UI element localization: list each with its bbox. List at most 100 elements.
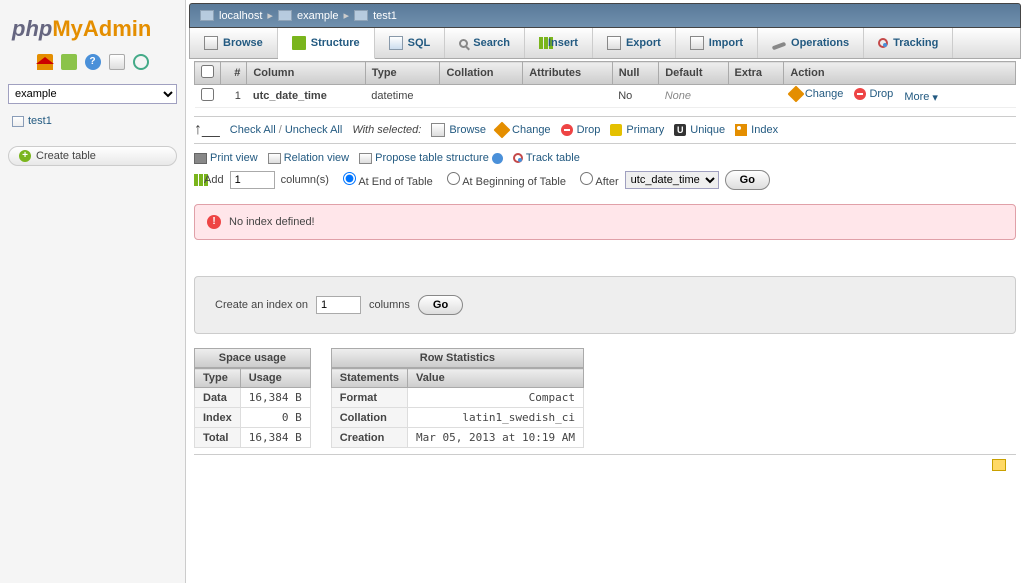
bookmark-icon[interactable] [992,459,1006,471]
logo: phpMyAdmin [12,16,173,42]
logo-my: My [52,16,83,41]
columns-label: column(s) [281,174,329,186]
bulk-unique[interactable]: UUnique [674,124,725,136]
logo-admin: Admin [83,16,151,41]
space-header-type: Type [195,369,241,388]
print-view-link[interactable]: Print view [194,152,258,164]
columns-table: # Column Type Collation Attributes Null … [194,61,1016,108]
breadcrumb-db[interactable]: example [297,10,339,22]
database-select[interactable]: example [8,84,177,104]
uncheck-all-link[interactable]: Uncheck All [285,124,342,136]
rowstats-header-value: Value [408,369,584,388]
tab-browse[interactable]: Browse [190,28,278,58]
col-header-null[interactable]: Null [612,62,659,85]
logo-php: php [12,16,52,41]
help-icon[interactable]: ? [85,54,101,70]
tool-row: Print view Relation view Propose table s… [194,152,1016,164]
propose-structure-link[interactable]: Propose table structure [359,152,503,164]
create-index-panel: Create an index on columns Go [194,276,1016,334]
bulk-index[interactable]: Index [735,124,778,136]
table-row: 1 utc_date_time datetime No None Change … [195,85,1016,108]
check-links: Check All / Uncheck All [230,124,343,136]
stats-row: Space usage TypeUsage Data16,384 B Index… [194,348,1016,448]
col-header-type[interactable]: Type [365,62,440,85]
col-header-extra[interactable]: Extra [728,62,784,85]
import-icon [690,36,704,50]
more-dropdown[interactable]: More ▾ [904,91,938,104]
drop-link[interactable]: Drop [854,88,893,100]
breadcrumb-table[interactable]: test1 [373,10,397,22]
warning-box: ! No index defined! [194,204,1016,240]
check-all-header[interactable] [201,65,214,78]
insert-icon [539,37,543,49]
propose-icon [359,153,372,164]
print-icon [194,153,207,164]
footer [194,454,1016,478]
reload-icon[interactable] [133,54,149,70]
after-column-select[interactable]: utc_date_time [625,171,719,189]
drop-icon [854,88,866,100]
row-statistics-table: Row Statistics StatementsValue FormatCom… [331,348,584,448]
tab-search[interactable]: Search [445,28,525,58]
change-link[interactable]: Change [790,88,844,100]
search-icon [459,39,468,48]
create-index-label-pre: Create an index on [215,299,308,311]
check-all-link[interactable]: Check All [230,124,276,136]
row-null: No [612,85,659,108]
tab-insert[interactable]: Insert [525,28,593,58]
breadcrumb-host[interactable]: localhost [219,10,262,22]
radio-after[interactable]: After [572,172,619,188]
tab-export[interactable]: Export [593,28,676,58]
relation-icon [268,153,281,164]
col-header-collation[interactable]: Collation [440,62,523,85]
with-selected-label: With selected: [352,124,421,136]
row-actions: Change Drop More ▾ [784,85,1016,108]
index-go-button[interactable]: Go [418,295,463,315]
tracking-icon [878,38,888,48]
row-num: 1 [221,85,247,108]
tab-structure[interactable]: Structure [278,28,375,59]
bulk-drop[interactable]: Drop [561,124,601,136]
tab-tracking[interactable]: Tracking [864,28,953,58]
tab-bar: Browse Structure SQL Search Insert Expor… [189,28,1021,59]
unique-icon: U [674,124,686,136]
add-go-button[interactable]: Go [725,170,770,190]
separator-icon: ▸ [267,9,273,22]
radio-at-begin[interactable]: At Beginning of Table [439,172,566,188]
table-icon [12,116,24,127]
sql-icon [389,36,403,50]
rowstats-header-statements: Statements [331,369,407,388]
bulk-primary[interactable]: Primary [610,124,664,136]
table-icon [354,10,368,21]
radio-at-end[interactable]: At End of Table [335,172,433,188]
operations-icon [772,41,787,50]
index-columns-input[interactable] [316,296,361,314]
main-pane: localhost ▸ example ▸ test1 Browse Struc… [185,0,1024,583]
row-checkbox[interactable] [201,88,214,101]
add-label: Add [204,174,224,186]
tab-import[interactable]: Import [676,28,758,58]
track-table-link[interactable]: Track table [513,152,580,164]
home-icon[interactable] [37,54,53,70]
create-table-button[interactable]: + Create table [8,146,177,166]
space-caption: Space usage [194,348,311,368]
sidebar-table-label: test1 [28,115,52,127]
add-count-input[interactable] [230,171,275,189]
bulk-browse[interactable]: Browse [431,123,486,137]
query-window-icon[interactable] [109,54,125,70]
col-header-column[interactable]: Column [247,62,365,85]
tab-operations[interactable]: Operations [758,28,864,58]
bulk-change[interactable]: Change [496,124,551,136]
create-table-label: Create table [36,150,96,162]
pencil-icon [494,122,511,139]
browse-icon [431,123,445,137]
col-header-attributes[interactable]: Attributes [523,62,612,85]
rowstats-caption: Row Statistics [331,348,584,368]
help-icon[interactable] [492,153,503,164]
sidebar-table-item[interactable]: test1 [8,112,177,130]
logout-icon[interactable] [61,54,77,70]
tab-sql[interactable]: SQL [375,28,446,58]
relation-view-link[interactable]: Relation view [268,152,349,164]
row-extra [728,85,784,108]
col-header-default[interactable]: Default [659,62,728,85]
